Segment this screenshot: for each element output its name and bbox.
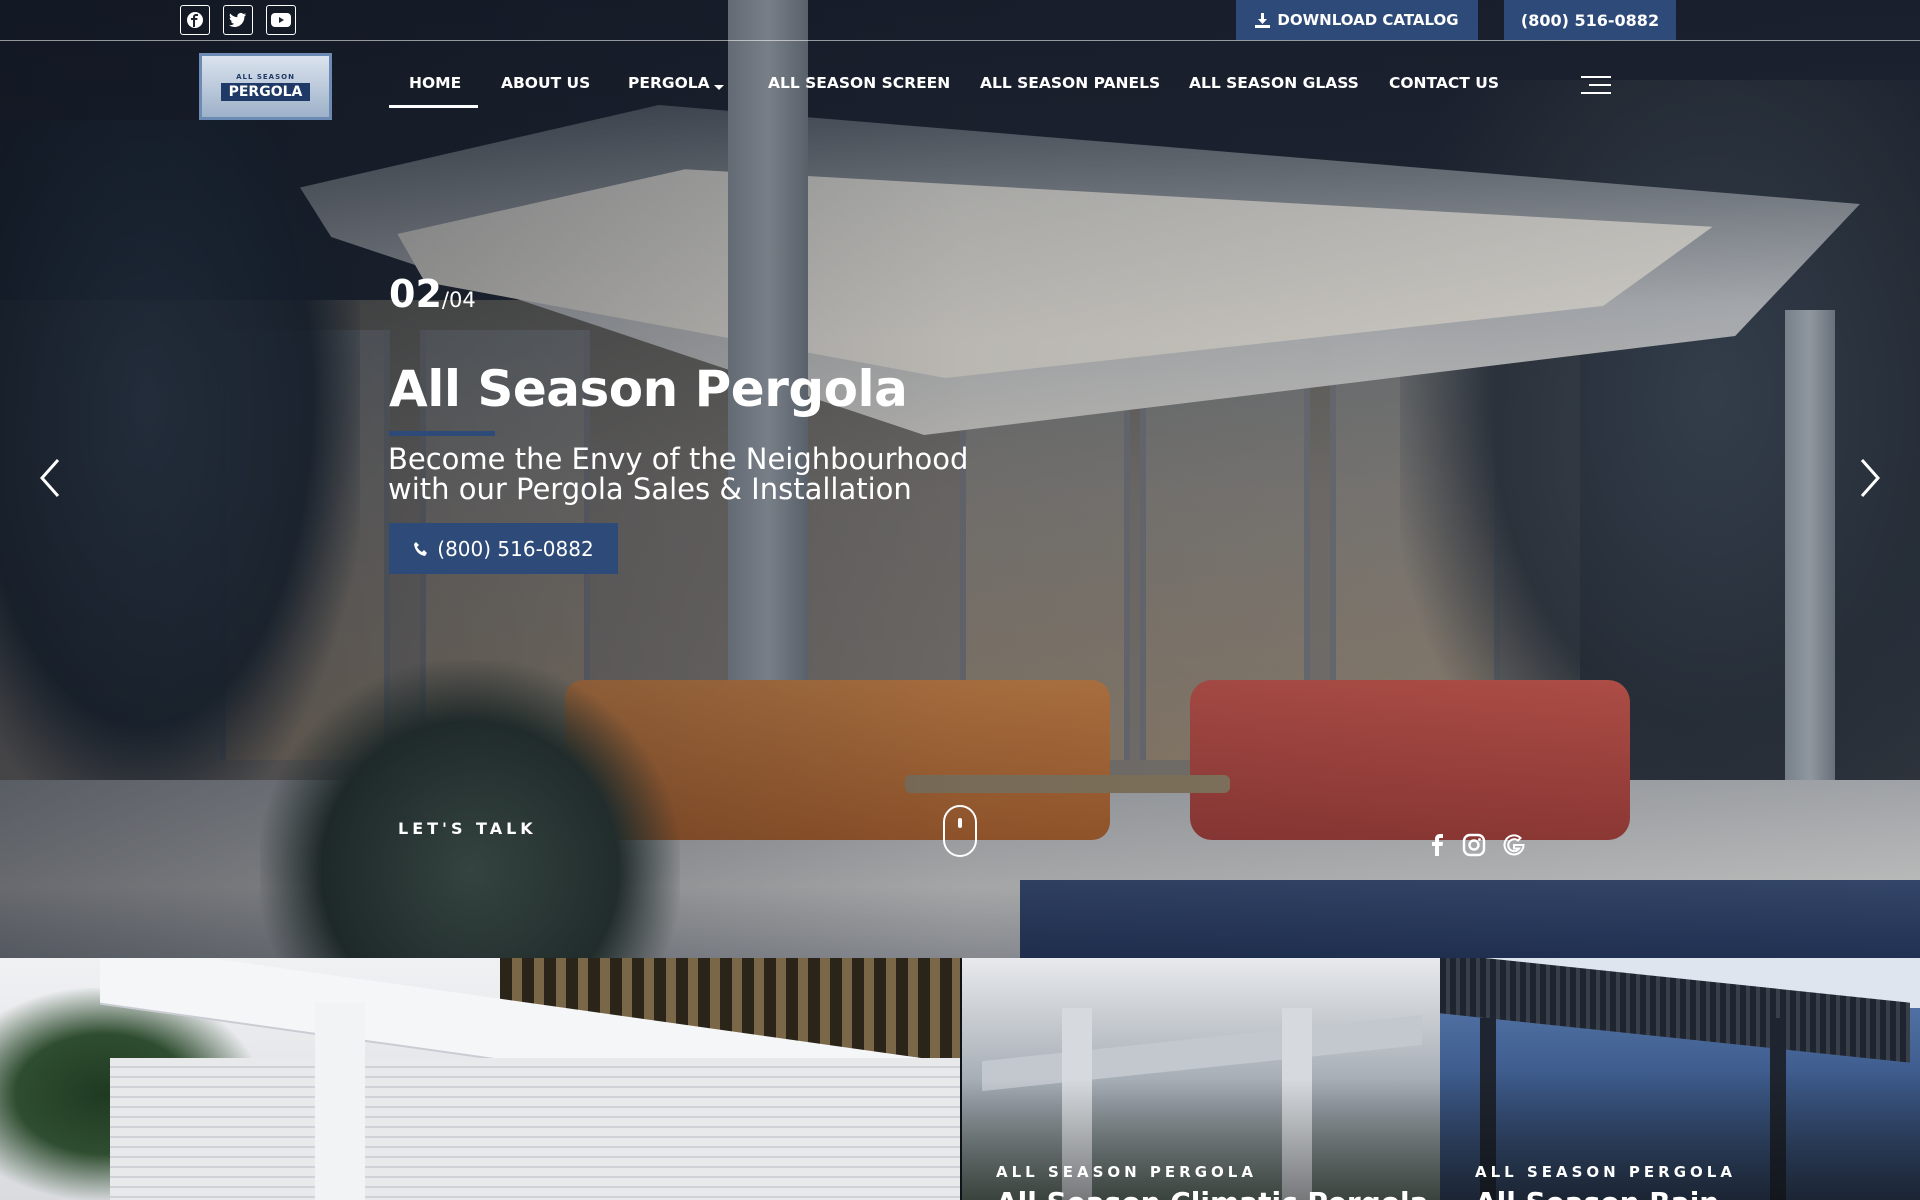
logo-text-small: ALL SEASON <box>236 72 295 81</box>
download-icon <box>1255 12 1271 28</box>
product-card[interactable] <box>0 958 960 1200</box>
menu-icon[interactable] <box>1579 76 1611 96</box>
site-logo[interactable]: ALL SEASON PERGOLA <box>199 53 332 120</box>
panel-kicker: ALL SEASON PERGOLA <box>996 1163 1257 1181</box>
slide-counter: 02/04 <box>389 272 476 316</box>
google-icon[interactable] <box>1499 830 1529 860</box>
nav-home[interactable]: HOME <box>409 74 461 92</box>
nav-pergola[interactable]: PERGOLA <box>628 74 710 92</box>
nav-active-underline <box>389 105 478 108</box>
prev-slide-arrow-icon[interactable] <box>38 458 62 506</box>
panel-title: All Season Climatic Pergola <box>996 1186 1428 1200</box>
phone-button-top[interactable]: (800) 516-0882 <box>1504 0 1676 40</box>
title-accent-bar <box>389 431 495 436</box>
hero-phone-button[interactable]: (800) 516-0882 <box>389 523 618 574</box>
download-catalog-label: DOWNLOAD CATALOG <box>1277 11 1459 29</box>
scroll-mouse-icon[interactable] <box>943 805 977 857</box>
panel-kicker: ALL SEASON PERGOLA <box>1475 1163 1736 1181</box>
hero-subtitle-line: with our Pergola Sales & Installation <box>388 472 912 506</box>
hero-phone-label: (800) 516-0882 <box>437 536 594 561</box>
next-slide-arrow-icon[interactable] <box>1858 458 1882 506</box>
nav-all-season-panels[interactable]: ALL SEASON PANELS <box>980 74 1160 92</box>
logo-text-big: PERGOLA <box>220 82 311 101</box>
twitter-icon[interactable] <box>223 5 253 35</box>
nav-all-season-glass[interactable]: ALL SEASON GLASS <box>1189 74 1359 92</box>
lets-talk-label: LET'S TALK <box>398 819 537 838</box>
hero-subtitle: Become the Envy of the Neighbourhood wit… <box>388 444 1028 504</box>
slide-current: 02 <box>389 272 442 316</box>
top-bar: DOWNLOAD CATALOG (800) 516-0882 <box>0 0 1920 41</box>
youtube-icon[interactable] <box>266 5 296 35</box>
nav-contact-us[interactable]: CONTACT US <box>1389 74 1499 92</box>
nav-about-us[interactable]: ABOUT US <box>501 74 590 92</box>
pergola-louvers <box>110 1058 960 1200</box>
nav-all-season-screen[interactable]: ALL SEASON SCREEN <box>768 74 950 92</box>
slide-total: /04 <box>441 288 476 312</box>
panel-title: All Season Rain <box>1475 1186 1719 1200</box>
phone-icon <box>414 541 428 556</box>
instagram-icon[interactable] <box>1459 830 1489 860</box>
download-catalog-button[interactable]: DOWNLOAD CATALOG <box>1236 0 1478 40</box>
facebook-icon[interactable] <box>1428 830 1448 860</box>
hero-title: All Season Pergola <box>389 360 908 418</box>
pergola-post <box>315 1003 365 1200</box>
facebook-icon[interactable] <box>180 5 210 35</box>
chevron-down-icon[interactable] <box>713 78 725 96</box>
product-card-climatic-pergola[interactable]: ALL SEASON PERGOLA All Season Climatic P… <box>962 958 1440 1200</box>
phone-label: (800) 516-0882 <box>1520 10 1660 30</box>
product-card-rain[interactable]: ALL SEASON PERGOLA All Season Rain <box>1440 958 1920 1200</box>
hero-subtitle-line: Become the Envy of the Neighbourhood <box>388 442 969 476</box>
